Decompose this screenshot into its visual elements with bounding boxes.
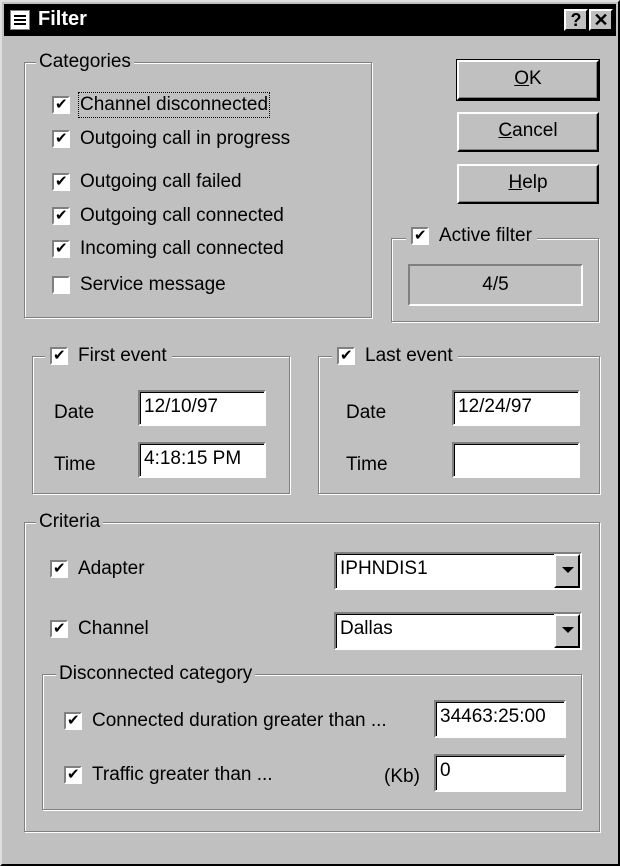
first-event-toggle[interactable]: First event [45,345,172,367]
checkbox[interactable] [64,765,82,784]
categories-legend: Categories [36,51,134,73]
checkbox[interactable] [52,276,70,294]
adapter-select[interactable]: IPHNDIS1 [334,552,582,590]
checkbox[interactable] [52,95,70,114]
last-event-label: Last event [365,345,453,366]
duration-toggle[interactable]: Connected duration greater than ... [64,710,387,732]
filter-dialog: Filter ? ✕ Categories Channel disconnect… [0,0,620,866]
help-label: elp [522,172,548,193]
category-label: Outgoing call failed [80,171,242,192]
checkbox[interactable] [50,619,68,638]
close-icon[interactable]: ✕ [589,9,613,31]
category-label: Service message [80,274,226,295]
last-event-toggle[interactable]: Last event [332,345,458,367]
first-date-label: Date [54,402,95,423]
adapter-toggle[interactable]: Adapter [50,558,145,580]
category-label: Outgoing call connected [80,205,284,226]
last-time-field[interactable] [452,442,580,478]
category-outgoing-connected[interactable]: Outgoing call connected [52,205,284,227]
duration-label: Connected duration greater than ... [92,710,387,731]
last-time-label: Time [346,454,388,475]
cancel-button[interactable]: Cancel [457,112,599,152]
checkbox[interactable] [50,346,68,365]
first-date-field[interactable]: 12/10/97 [138,390,266,426]
active-filter-toggle[interactable]: Active filter [406,225,537,247]
ok-mnemonic: O [514,68,530,89]
channel-toggle[interactable]: Channel [50,618,149,640]
adapter-label: Adapter [78,558,145,579]
category-service-message[interactable]: Service message [52,274,226,296]
traffic-toggle[interactable]: Traffic greater than ... [64,764,273,786]
category-label: Outgoing call in progress [80,128,291,149]
window-title: Filter [38,8,87,30]
checkbox[interactable] [52,129,70,148]
first-event-label: First event [78,345,167,366]
app-icon [10,10,30,30]
category-label: Incoming call connected [80,238,284,259]
checkbox[interactable] [50,559,68,578]
duration-field[interactable]: 34463:25:00 [434,700,566,738]
checkbox[interactable] [64,711,82,730]
traffic-field[interactable]: 0 [434,754,566,792]
last-date-label: Date [346,402,387,423]
chevron-down-icon[interactable] [554,614,580,648]
chevron-down-icon[interactable] [554,554,580,588]
checkbox[interactable] [337,346,355,365]
category-label: Channel disconnected [77,92,271,118]
disconnected-category-legend: Disconnected category [56,663,256,685]
checkbox[interactable] [411,226,429,245]
category-outgoing-in-progress[interactable]: Outgoing call in progress [52,128,290,150]
category-channel-disconnected[interactable]: Channel disconnected [52,92,271,118]
channel-value: Dallas [340,618,393,639]
last-date-field[interactable]: 12/24/97 [452,390,580,426]
cancel-mnemonic: C [498,120,513,141]
first-time-label: Time [54,454,96,475]
help-mnemonic: H [508,172,523,193]
active-filter-count: 4/5 [408,264,583,306]
category-outgoing-failed[interactable]: Outgoing call failed [52,171,242,193]
title-bar[interactable]: Filter ? ✕ [4,4,616,36]
ok-label: K [529,68,542,89]
traffic-unit-label: (Kb) [384,766,420,787]
channel-label: Channel [78,618,149,639]
active-filter-label: Active filter [439,225,532,246]
cancel-label: ancel [512,120,558,141]
checkbox[interactable] [52,206,70,225]
checkbox[interactable] [52,172,70,191]
channel-select[interactable]: Dallas [334,612,582,650]
adapter-value: IPHNDIS1 [340,558,428,579]
first-time-field[interactable]: 4:18:15 PM [138,442,266,478]
help-button[interactable]: Help [457,164,599,204]
checkbox[interactable] [52,239,70,258]
criteria-legend: Criteria [36,511,104,533]
category-incoming-connected[interactable]: Incoming call connected [52,238,284,260]
ok-button[interactable]: OK [456,59,600,101]
traffic-label: Traffic greater than ... [92,764,273,785]
help-question-icon[interactable]: ? [564,9,588,31]
